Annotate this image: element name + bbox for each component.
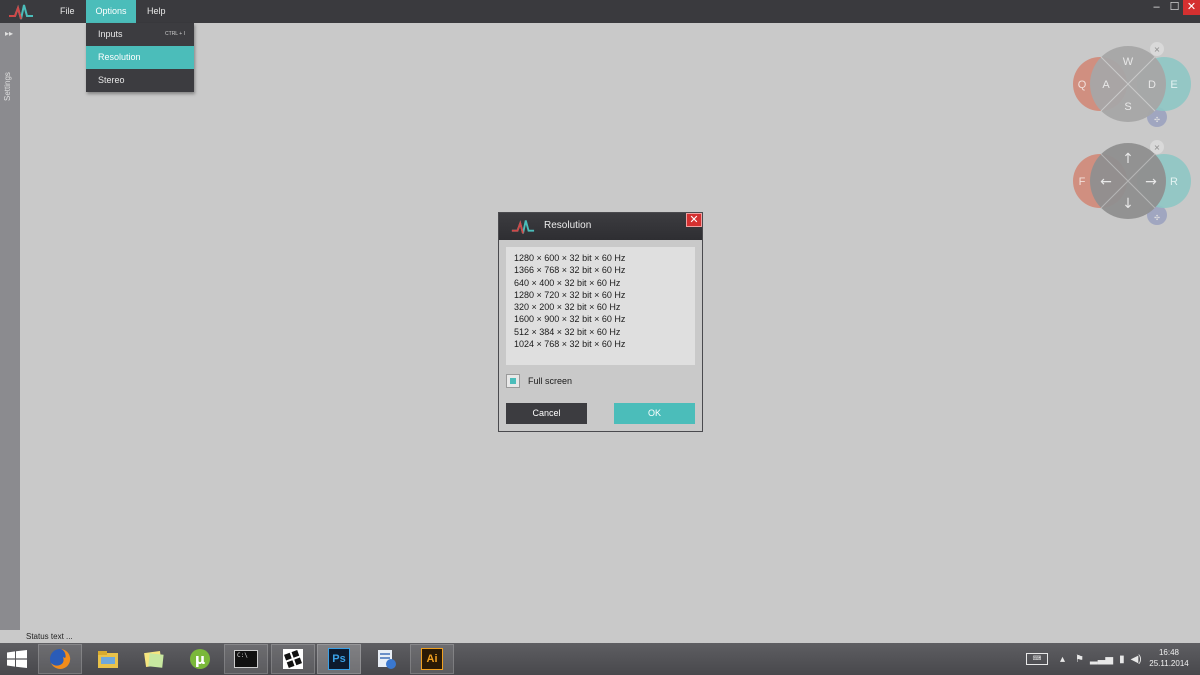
shortcut-label: CTRL + I	[165, 31, 185, 37]
command-prompt-icon: C:\	[234, 650, 258, 668]
menu-item-inputs[interactable]: Inputs CTRL + I	[86, 23, 194, 46]
arrow-right-icon[interactable]: →	[1145, 174, 1157, 190]
sticky-notes-icon	[143, 648, 165, 670]
firefox-icon	[49, 648, 71, 670]
settings-label: Settings	[3, 72, 12, 101]
menu-options[interactable]: Options	[86, 0, 136, 23]
key-q[interactable]: Q	[1078, 79, 1087, 91]
windows-start-icon[interactable]	[7, 650, 27, 668]
list-item[interactable]: 1366 × 768 × 32 bit × 60 Hz	[514, 264, 695, 276]
pad-move-icon[interactable]: ✣	[1154, 214, 1160, 222]
maximize-button[interactable]: ☐	[1166, 0, 1183, 15]
illustrator-icon: Ai	[421, 648, 443, 670]
cancel-button[interactable]: Cancel	[506, 403, 587, 424]
options-dropdown: Inputs CTRL + I Resolution Stereo	[86, 23, 194, 92]
expand-arrows-icon[interactable]: ▸▸	[5, 29, 13, 38]
resolution-dialog: Resolution ✕ 1280 × 600 × 32 bit × 60 Hz…	[498, 212, 703, 432]
taskbar: µ C:\ Ps Ai ⌨ ▴ ⚑ ▂▃▅ ▮ ◀) 16:48 25.11.2…	[0, 643, 1200, 675]
menu-item-resolution[interactable]: Resolution	[86, 46, 194, 69]
title-bar: File Options Help – ☐ ✕	[0, 0, 1200, 23]
fullscreen-checkbox[interactable]	[506, 374, 520, 388]
wasd-control-pad[interactable]: × ✣ W A D S Q E	[1072, 42, 1192, 128]
chevron-up-icon[interactable]: ▴	[1060, 654, 1065, 665]
close-window-button[interactable]: ✕	[1183, 0, 1200, 15]
menu-item-label: Stereo	[98, 75, 125, 85]
checkbox-checked-mark	[510, 378, 516, 384]
photoshop-icon: Ps	[328, 648, 350, 670]
minimize-button[interactable]: –	[1148, 0, 1165, 15]
app-logo-icon	[9, 4, 33, 20]
taskbar-firefox[interactable]	[38, 644, 82, 674]
arrow-down-icon[interactable]: ↓	[1122, 196, 1134, 212]
list-item[interactable]: 1280 × 600 × 32 bit × 60 Hz	[514, 252, 695, 264]
list-item[interactable]: 640 × 400 × 32 bit × 60 Hz	[514, 277, 695, 289]
ok-button[interactable]: OK	[614, 403, 695, 424]
pad-move-icon[interactable]: ✣	[1154, 116, 1160, 124]
menu-item-stereo[interactable]: Stereo	[86, 69, 194, 92]
key-d[interactable]: D	[1148, 79, 1156, 91]
key-a[interactable]: A	[1102, 79, 1110, 91]
taskbar-photoshop[interactable]: Ps	[317, 644, 361, 674]
battery-icon[interactable]: ▮	[1119, 654, 1125, 665]
pad-close-icon[interactable]: ×	[1154, 45, 1161, 54]
menu-item-label: Inputs	[98, 29, 123, 39]
signal-icon[interactable]: ▂▃▅	[1090, 654, 1113, 665]
key-r[interactable]: R	[1170, 176, 1178, 188]
key-e[interactable]: E	[1170, 79, 1177, 91]
dialog-title: Resolution	[544, 220, 592, 231]
menu-help[interactable]: Help	[137, 0, 176, 23]
list-item[interactable]: 1024 × 768 × 32 bit × 60 Hz	[514, 338, 695, 350]
clock-date: 25.11.2014	[1149, 659, 1189, 668]
settings-sidebar[interactable]: ▸▸ Settings	[0, 23, 20, 643]
app-logo-icon	[511, 220, 535, 234]
taskbar-file-explorer[interactable]	[86, 644, 130, 674]
list-item[interactable]: 512 × 384 × 32 bit × 60 Hz	[514, 326, 695, 338]
cmd-label: C:\	[237, 652, 248, 659]
flag-icon[interactable]: ⚑	[1075, 654, 1084, 665]
taskbar-windows-app[interactable]	[271, 644, 315, 674]
control-panel-icon	[375, 648, 397, 670]
dialog-title-bar[interactable]: Resolution ✕	[499, 213, 702, 240]
svg-text:µ: µ	[195, 652, 205, 668]
utorrent-icon: µ	[189, 648, 211, 670]
clock-time: 16:48	[1158, 648, 1180, 657]
taskbar-illustrator[interactable]: Ai	[410, 644, 454, 674]
pad-close-icon[interactable]: ×	[1154, 143, 1161, 152]
menu-file[interactable]: File	[50, 0, 85, 23]
arrow-left-icon[interactable]: ←	[1100, 174, 1112, 190]
key-f[interactable]: F	[1079, 176, 1086, 188]
taskbar-command-prompt[interactable]: C:\	[224, 644, 268, 674]
list-item[interactable]: 1600 × 900 × 32 bit × 60 Hz	[514, 313, 695, 325]
key-w[interactable]: W	[1123, 56, 1134, 68]
list-item[interactable]: 1280 × 720 × 32 bit × 60 Hz	[514, 289, 695, 301]
taskbar-control-panel[interactable]	[364, 644, 408, 674]
key-s[interactable]: S	[1124, 101, 1131, 113]
windows-app-icon	[282, 648, 304, 670]
arrow-up-icon[interactable]: ↑	[1122, 151, 1134, 167]
menu-item-label: Resolution	[98, 52, 141, 62]
taskbar-clock[interactable]: 16:48 25.11.2014	[1142, 647, 1196, 669]
keyboard-icon[interactable]: ⌨	[1026, 653, 1048, 665]
status-bar: Status text ...	[0, 630, 1200, 643]
taskbar-sticky-notes[interactable]	[132, 644, 176, 674]
ps-label: Ps	[332, 653, 346, 665]
file-explorer-icon	[97, 648, 119, 670]
status-text: Status text ...	[26, 632, 73, 641]
list-item[interactable]: 320 × 200 × 32 bit × 60 Hz	[514, 301, 695, 313]
speaker-icon[interactable]: ◀)	[1131, 654, 1142, 665]
ai-label: Ai	[426, 653, 438, 665]
system-tray: ⌨ ▴ ⚑ ▂▃▅ ▮ ◀)	[1026, 643, 1142, 675]
dialog-close-button[interactable]: ✕	[686, 213, 702, 227]
fullscreen-label: Full screen	[528, 376, 573, 386]
resolution-list[interactable]: 1280 × 600 × 32 bit × 60 Hz 1366 × 768 ×…	[506, 247, 695, 365]
taskbar-utorrent[interactable]: µ	[178, 644, 222, 674]
arrow-control-pad[interactable]: × ✣ ↑ ← → ↓ F R	[1072, 140, 1192, 226]
